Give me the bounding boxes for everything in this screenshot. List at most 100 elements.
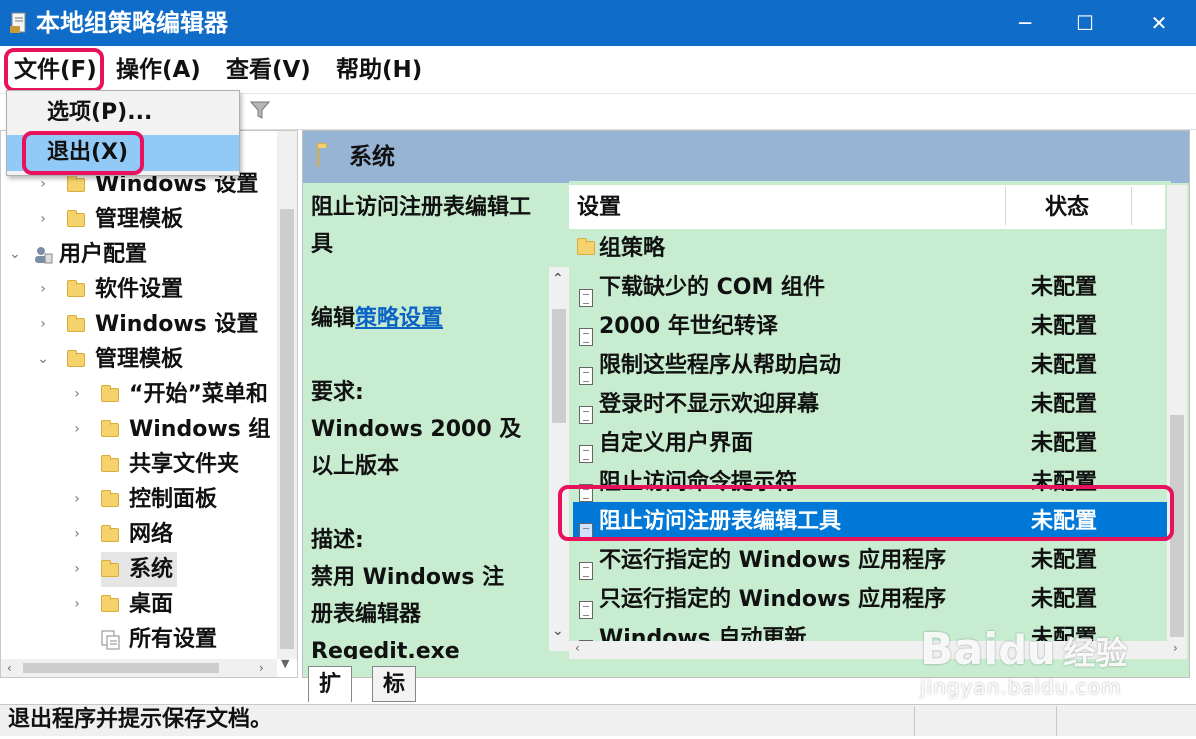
tree-item[interactable]: › “开始”菜单和 — [7, 377, 275, 412]
status-bar: 退出程序并提示保存文档。 — [0, 704, 1196, 736]
list-item[interactable]: 2000 年世纪转译 未配置 — [573, 307, 1169, 346]
tree-item[interactable]: 共享文件夹 — [7, 447, 275, 482]
settings-list: 设置 状态 组策略 下载缺少的 COM 组件 未配置 2000 年世纪转译 未配置 … — [569, 181, 1187, 659]
column-divider — [1005, 187, 1006, 225]
filter-icon[interactable] — [250, 100, 270, 120]
description-line: Regedit.exe — [311, 639, 460, 659]
list-item[interactable]: 只运行指定的 Windows 应用程序 未配置 — [573, 580, 1169, 619]
description-line: 要求: — [311, 380, 364, 405]
folder-icon — [67, 209, 85, 227]
folder-icon — [67, 314, 85, 332]
folder-icon — [317, 146, 319, 167]
tree-vertical-scrollbar[interactable]: ▼ — [277, 131, 297, 670]
list-item[interactable]: 限制这些程序从帮助启动 未配置 — [573, 346, 1169, 385]
description-line — [311, 263, 561, 300]
tree-item-system[interactable]: › 系统 — [7, 552, 275, 587]
tree-hscroll-thumb[interactable] — [23, 663, 219, 673]
list-item[interactable]: 不运行指定的 Windows 应用程序 未配置 — [573, 541, 1169, 580]
scroll-down-icon[interactable]: ⌄ — [552, 623, 564, 639]
description-line — [311, 337, 561, 374]
watermark-paw: du — [998, 628, 1056, 674]
folder-icon — [101, 559, 119, 577]
list-item[interactable]: 下载缺少的 COM 组件 未配置 — [573, 268, 1169, 307]
details-header: 系统 — [303, 131, 1189, 183]
tree-scroll-down-icon[interactable]: ▼ — [281, 657, 289, 670]
column-header-setting[interactable]: 设置 — [577, 189, 621, 227]
toolbar — [240, 94, 1196, 130]
description-scroll-thumb[interactable] — [552, 309, 566, 423]
file-menu-highlight — [4, 48, 104, 92]
window-title: 本地组策略编辑器 — [36, 9, 228, 37]
details-title: 系统 — [349, 144, 395, 170]
title-bar: 本地组策略编辑器 ─ ☐ ✕ — [0, 0, 1196, 46]
watermark-url: jingyan.baidu.com — [920, 675, 1122, 699]
tree-horizontal-scrollbar[interactable]: ‹ › — [1, 659, 277, 677]
edit-policy-line: 编辑策略设置 — [311, 306, 444, 331]
folder-icon — [101, 454, 119, 472]
column-divider — [1131, 187, 1132, 225]
tree-item[interactable]: 所有设置 — [7, 622, 275, 657]
list-vertical-scrollbar[interactable] — [1167, 185, 1187, 641]
tree-item[interactable]: › 软件设置 — [7, 272, 275, 307]
list-item[interactable]: 登录时不显示欢迎屏幕 未配置 — [573, 385, 1169, 424]
folder-icon — [67, 174, 85, 192]
description-line — [311, 485, 561, 522]
tab-extended[interactable]: 扩展 — [308, 666, 353, 733]
description-line: 册表编辑器 — [311, 602, 422, 627]
folder-icon — [67, 349, 85, 367]
column-header-state[interactable]: 状态 — [1045, 189, 1089, 227]
folder-icon — [101, 524, 119, 542]
folder-icon — [577, 238, 595, 255]
policy-settings-link[interactable]: 策略设置 — [355, 306, 443, 331]
maximize-button[interactable]: ☐ — [1056, 0, 1114, 46]
watermark-cn: 经验 — [1063, 634, 1128, 672]
description-panel: 阻止访问注册表编辑工 具 编辑策略设置 要求: Windows 2000 及 以… — [311, 189, 561, 659]
policy-icon — [579, 445, 593, 463]
tree-scroll-thumb[interactable] — [280, 209, 294, 649]
policy-icon — [579, 562, 593, 580]
description-line: 阻止访问注册表编辑工 — [311, 195, 532, 220]
description-line: 具 — [311, 232, 334, 257]
list-item[interactable]: 自定义用户界面 未配置 — [573, 424, 1169, 463]
scroll-right-icon[interactable]: › — [259, 661, 264, 675]
policy-icon — [579, 406, 593, 424]
description-line: 描述: — [311, 528, 364, 553]
tree-item[interactable]: › 桌面 — [7, 587, 275, 622]
tree-item[interactable]: › 控制面板 — [7, 482, 275, 517]
tree-item[interactable]: › Windows 组 — [7, 412, 275, 447]
folder-icon — [67, 279, 85, 297]
policy-icon — [579, 289, 593, 307]
menu-help[interactable]: 帮助(H) — [336, 52, 422, 90]
user-config-icon — [35, 246, 53, 263]
watermark-brand: Bai — [920, 624, 999, 675]
tree-item[interactable]: › Windows 设置 — [7, 307, 275, 342]
scroll-right-icon[interactable]: › — [1173, 641, 1178, 655]
menu-action[interactable]: 操作(A) — [116, 52, 201, 90]
minimize-button[interactable]: ─ — [996, 0, 1054, 46]
scroll-left-icon[interactable]: ‹ — [575, 641, 580, 655]
scroll-up-icon[interactable]: ⌃ — [552, 271, 564, 287]
baidu-watermark: Baidu 经验 jingyan.baidu.com — [920, 624, 1127, 699]
tab-standard[interactable]: 标准 — [372, 666, 417, 733]
policy-icon — [579, 367, 593, 385]
all-settings-icon — [101, 630, 120, 649]
menu-view[interactable]: 查看(V) — [226, 52, 311, 90]
tree-pane: › Windows 设置 › 管理模板 ⌄ 用户配置 › 软件设置 › Windows … — [0, 130, 298, 678]
status-divider — [1056, 706, 1057, 736]
tree-item[interactable]: ⌄ 管理模板 — [7, 342, 275, 377]
folder-icon — [101, 594, 119, 612]
scroll-left-icon[interactable]: ‹ — [7, 661, 12, 675]
tree-item[interactable]: › 管理模板 — [7, 202, 275, 237]
tree-item[interactable]: › 网络 — [7, 517, 275, 552]
folder-icon — [101, 489, 119, 507]
folder-icon — [101, 419, 119, 437]
folder-icon — [101, 384, 119, 402]
description-scrollbar[interactable]: ⌃ ⌄ — [549, 267, 569, 651]
app-icon — [10, 12, 26, 33]
close-button[interactable]: ✕ — [1130, 0, 1188, 46]
list-item-folder[interactable]: 组策略 — [573, 229, 1169, 268]
tree-item-user-config[interactable]: ⌄ 用户配置 — [7, 237, 275, 272]
menu-item-options[interactable]: 选项(P)... — [7, 95, 239, 131]
description-line: 禁用 Windows 注 — [311, 565, 505, 590]
policy-icon — [579, 601, 593, 619]
